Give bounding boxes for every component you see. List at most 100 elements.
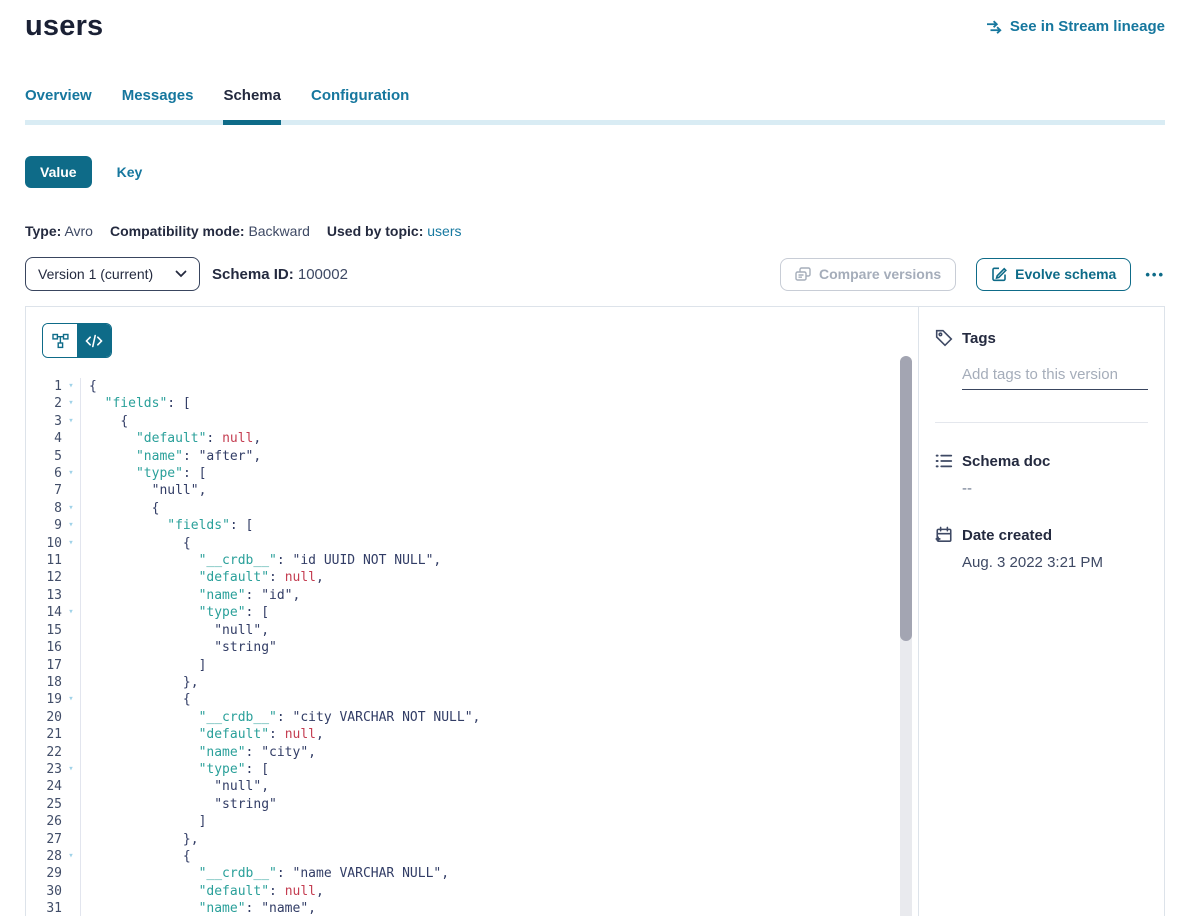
code-line: 4 "default": null, — [26, 430, 918, 447]
code-line: 29 "__crdb__": "name VARCHAR NULL", — [26, 865, 918, 882]
date-created-section: Date created Aug. 3 2022 3:21 PM — [935, 526, 1148, 571]
line-number: 26 — [26, 813, 62, 830]
line-number: 13 — [26, 587, 62, 604]
code-line: 25 "string" — [26, 796, 918, 813]
schema-page: users See in Stream lineage Overview Mes… — [0, 0, 1189, 916]
code-text: "type": [ — [81, 761, 269, 778]
schema-meta-row: Type: Avro Compatibility mode: Backward … — [25, 223, 1165, 239]
key-tab-button[interactable]: Key — [117, 164, 143, 180]
fold-arrow-icon[interactable]: ▾ — [62, 395, 80, 412]
fold-spacer — [62, 865, 80, 882]
line-number: 28 — [26, 848, 62, 865]
code-text: { — [81, 500, 159, 517]
schema-id-value: 100002 — [298, 266, 348, 283]
editor-scrollbar-thumb[interactable] — [900, 356, 912, 641]
date-created-title: Date created — [962, 527, 1052, 544]
tab-messages[interactable]: Messages — [122, 87, 194, 120]
line-number: 6 — [26, 465, 62, 482]
fold-arrow-icon[interactable]: ▾ — [62, 761, 80, 778]
code-line: 27 }, — [26, 831, 918, 848]
line-number: 30 — [26, 883, 62, 900]
code-line: 16 "string" — [26, 639, 918, 656]
tag-icon — [935, 329, 953, 347]
fold-spacer — [62, 709, 80, 726]
fold-arrow-icon[interactable]: ▾ — [62, 500, 80, 517]
code-text: "fields": [ — [81, 395, 191, 412]
fold-spacer — [62, 430, 80, 447]
fold-arrow-icon[interactable]: ▾ — [62, 848, 80, 865]
fold-arrow-icon[interactable]: ▾ — [62, 691, 80, 708]
schema-editor: 1▾{2▾ "fields": [3▾ {4 "default": null,5… — [26, 307, 918, 916]
type-value: Avro — [64, 223, 93, 239]
compatibility-mode: Compatibility mode: Backward — [110, 223, 310, 239]
code-line: 11 "__crdb__": "id UUID NOT NULL", — [26, 552, 918, 569]
code-text: "type": [ — [81, 604, 269, 621]
fold-spacer — [62, 796, 80, 813]
evolve-schema-button[interactable]: Evolve schema — [976, 258, 1131, 291]
evolve-schema-label: Evolve schema — [1015, 266, 1116, 282]
tree-view-icon — [52, 333, 69, 349]
fold-spacer — [62, 587, 80, 604]
line-number: 5 — [26, 448, 62, 465]
line-number: 1 — [26, 378, 62, 395]
version-select[interactable]: Version 1 (current) — [25, 257, 200, 291]
topic-link[interactable]: users — [427, 223, 461, 239]
fold-arrow-icon[interactable]: ▾ — [62, 517, 80, 534]
code-line: 22 "name": "city", — [26, 744, 918, 761]
fold-arrow-icon[interactable]: ▾ — [62, 378, 80, 395]
fold-spacer — [62, 569, 80, 586]
fold-arrow-icon[interactable]: ▾ — [62, 413, 80, 430]
fold-spacer — [62, 900, 80, 916]
tab-configuration[interactable]: Configuration — [311, 87, 409, 120]
code-line: 13 "name": "id", — [26, 587, 918, 604]
add-tags-input[interactable] — [962, 364, 1148, 390]
code-line: 21 "default": null, — [26, 726, 918, 743]
fold-arrow-icon[interactable]: ▾ — [62, 535, 80, 552]
calendar-plus-icon — [935, 526, 953, 544]
code-line: 19▾ { — [26, 691, 918, 708]
schema-id: Schema ID: 100002 — [212, 266, 348, 283]
code-text: { — [81, 691, 191, 708]
line-number: 27 — [26, 831, 62, 848]
line-number: 31 — [26, 900, 62, 916]
fold-arrow-icon[interactable]: ▾ — [62, 465, 80, 482]
code-line: 20 "__crdb__": "city VARCHAR NOT NULL", — [26, 709, 918, 726]
code-line: 12 "default": null, — [26, 569, 918, 586]
lineage-link-label: See in Stream lineage — [1010, 18, 1165, 35]
line-number: 29 — [26, 865, 62, 882]
value-key-toggle: Value Key — [25, 156, 1165, 188]
schema-type: Type: Avro — [25, 223, 93, 239]
tab-overview[interactable]: Overview — [25, 87, 92, 120]
line-number: 3 — [26, 413, 62, 430]
code-line: 5 "name": "after", — [26, 448, 918, 465]
chevron-down-icon — [175, 270, 187, 278]
line-number: 8 — [26, 500, 62, 517]
fold-spacer — [62, 639, 80, 656]
code-text: "type": [ — [81, 465, 206, 482]
code-line: 2▾ "fields": [ — [26, 395, 918, 412]
line-number: 24 — [26, 778, 62, 795]
code-view-button[interactable] — [77, 324, 111, 357]
tab-schema[interactable]: Schema — [223, 87, 281, 120]
code-line: 10▾ { — [26, 535, 918, 552]
topic-label: Used by topic: — [327, 223, 423, 239]
see-in-stream-lineage-link[interactable]: See in Stream lineage — [986, 18, 1165, 35]
line-number: 16 — [26, 639, 62, 656]
fold-arrow-icon[interactable]: ▾ — [62, 604, 80, 621]
schema-panel: 1▾{2▾ "fields": [3▾ {4 "default": null,5… — [25, 306, 1165, 916]
line-number: 17 — [26, 657, 62, 674]
compare-versions-button[interactable]: Compare versions — [780, 258, 956, 291]
code-text: "null", — [81, 482, 206, 499]
editor-scrollbar-track[interactable] — [900, 356, 912, 916]
line-number: 20 — [26, 709, 62, 726]
value-tab-button[interactable]: Value — [25, 156, 92, 188]
more-options-button[interactable]: ••• — [1145, 267, 1165, 282]
tree-view-button[interactable] — [43, 324, 77, 357]
line-number: 25 — [26, 796, 62, 813]
code-text: "default": null, — [81, 883, 324, 900]
fold-spacer — [62, 622, 80, 639]
code-text: { — [81, 848, 191, 865]
stream-lineage-icon — [986, 20, 1003, 34]
line-number: 4 — [26, 430, 62, 447]
code-line: 6▾ "type": [ — [26, 465, 918, 482]
